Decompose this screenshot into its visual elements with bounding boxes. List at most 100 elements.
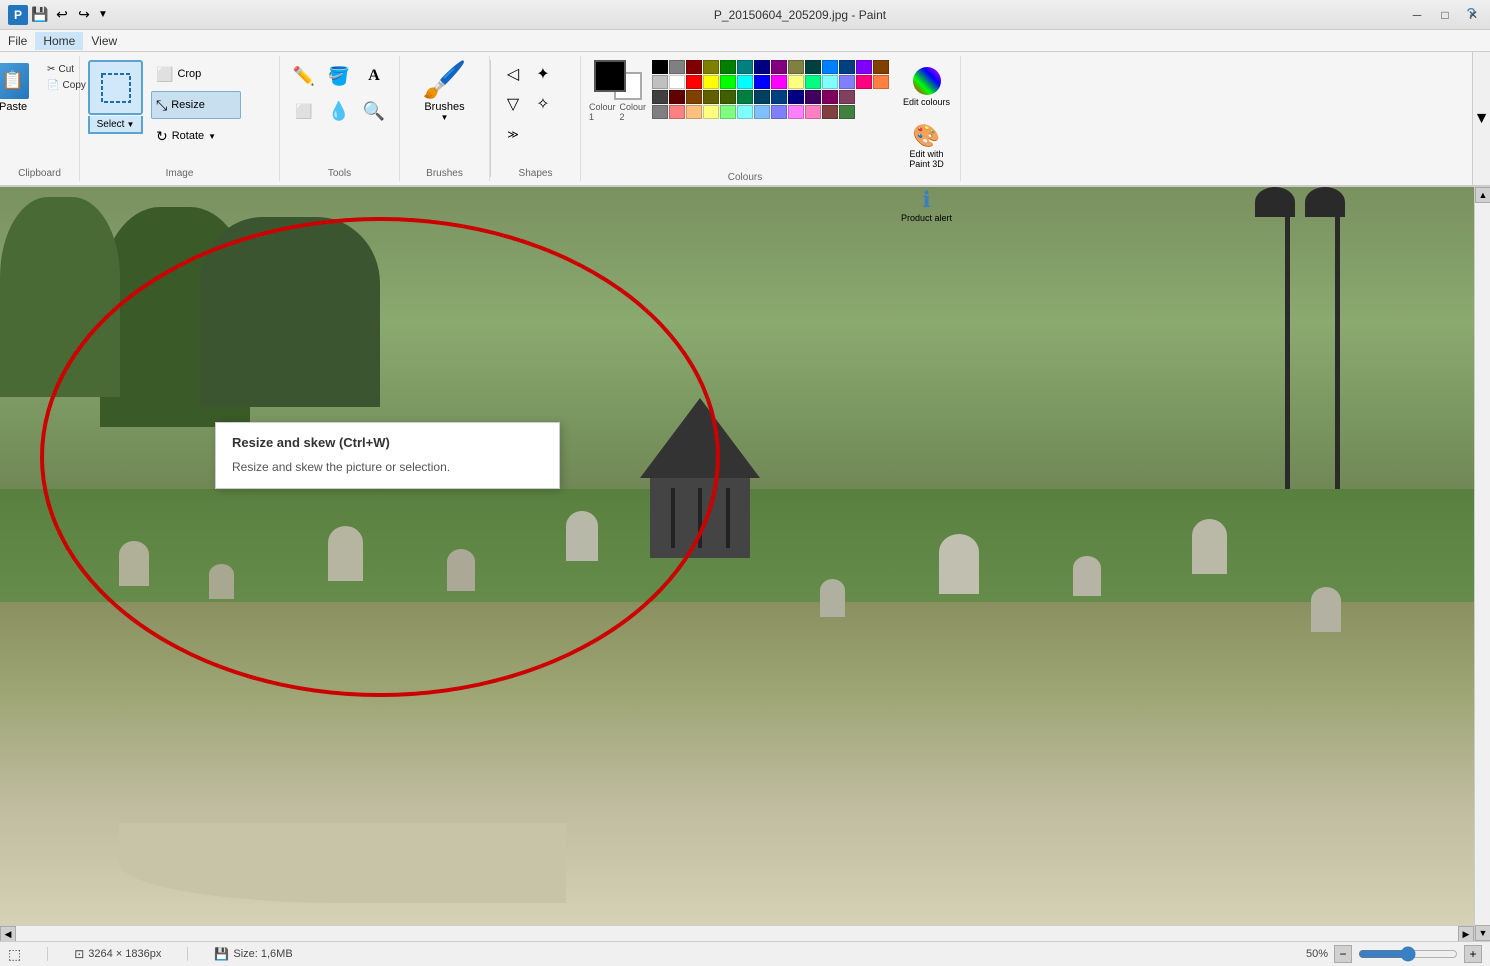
brushes-section: 🖌️ Brushes ▼ Brushes (400, 56, 490, 181)
palette-teal[interactable] (737, 60, 753, 74)
scroll-left-btn[interactable]: ◀ (0, 926, 16, 942)
ribbon-scroll-right[interactable]: ▼ (1472, 52, 1490, 185)
edit-colors-btn[interactable]: Edit colours (899, 60, 954, 115)
palette-indigo[interactable] (805, 90, 821, 104)
magnifier-btn[interactable]: 🔍 (358, 95, 390, 127)
quick-save-btn[interactable]: 💾 (30, 5, 50, 25)
palette-lightpink[interactable] (805, 105, 821, 119)
resize-btn[interactable]: ⤡ Resize (151, 91, 241, 119)
palette-brightblue[interactable] (754, 75, 770, 89)
sparkle-shape-btn[interactable]: ✦ (529, 60, 557, 88)
minimize-btn[interactable]: ─ (1404, 4, 1430, 26)
more-shapes-btn[interactable]: ≫ (499, 120, 527, 148)
zoom-slider[interactable] (1358, 946, 1458, 962)
menu-file[interactable]: File (0, 32, 35, 50)
picker-btn[interactable]: 💧 (323, 95, 355, 127)
menu-home[interactable]: Home (35, 32, 83, 50)
palette-lightcyan2[interactable] (737, 105, 753, 119)
zoom-out-btn[interactable]: − (1334, 945, 1352, 963)
crop-btn[interactable]: ⬜ Crop (151, 60, 241, 88)
palette-magenta[interactable] (771, 75, 787, 89)
palette-darkpurple[interactable] (822, 90, 838, 104)
scrollbar-right[interactable]: ▲ ▼ (1474, 187, 1490, 941)
product-alert-btn[interactable]: ℹ Product alert (899, 178, 954, 233)
palette-yellow[interactable] (703, 75, 719, 89)
paste-btn[interactable]: 📋 Paste (0, 60, 38, 115)
palette-darkblue[interactable] (839, 60, 855, 74)
brushes-btn[interactable]: 🖌️ Brushes ▼ (417, 60, 472, 120)
scroll-right-btn[interactable]: ▶ (1458, 926, 1474, 942)
palette-cyan[interactable] (737, 75, 753, 89)
pencil-btn[interactable]: ✏️ (288, 60, 320, 92)
palette-olive[interactable] (703, 60, 719, 74)
palette-hotpink[interactable] (856, 75, 872, 89)
palette-darkcyan[interactable] (754, 90, 770, 104)
palette-orange[interactable] (873, 75, 889, 89)
palette-silver[interactable] (652, 75, 668, 89)
palette-periwinkle2[interactable] (771, 105, 787, 119)
palette-brown2[interactable] (686, 90, 702, 104)
palette-sage[interactable] (839, 105, 855, 119)
scroll-up-btn[interactable]: ▲ (1475, 187, 1490, 203)
palette-white[interactable] (669, 75, 685, 89)
help-btn[interactable]: ? (1460, 4, 1482, 26)
quick-access-dropdown-btn[interactable]: ▼ (96, 5, 110, 25)
palette-blue[interactable] (822, 60, 838, 74)
palette-darkblue2[interactable] (771, 90, 787, 104)
palette-black[interactable] (652, 60, 668, 74)
ribbon: 📋 Paste ✂ Cut 📄 Copy (0, 52, 1490, 187)
edit-paint3d-btn[interactable]: 🎨 Edit with Paint 3D (899, 119, 954, 174)
cut-icon: ✂ (47, 64, 55, 75)
text-btn[interactable]: A (358, 60, 390, 92)
palette-salmon[interactable] (669, 105, 685, 119)
palette-lightcyan[interactable] (822, 75, 838, 89)
palette-purple[interactable] (771, 60, 787, 74)
arrow-down-shape-btn[interactable]: ▽ (499, 90, 527, 118)
palette-lime[interactable] (720, 75, 736, 89)
palette-darkgray[interactable] (652, 90, 668, 104)
palette-lightgreen[interactable] (720, 105, 736, 119)
palette-forestgreen[interactable] (737, 90, 753, 104)
palette-navy2[interactable] (788, 90, 804, 104)
maximize-btn[interactable]: □ (1432, 4, 1458, 26)
scroll-down-btn[interactable]: ▼ (1475, 925, 1490, 941)
palette-gray[interactable] (669, 60, 685, 74)
quick-undo-btn[interactable]: ↩ (52, 5, 72, 25)
palette-brown[interactable] (873, 60, 889, 74)
canvas-area[interactable]: Resize and skew (Ctrl+W) Resize and skew… (0, 187, 1490, 966)
resize-icon: ⤡ (156, 97, 167, 114)
palette-lightyellow2[interactable] (703, 105, 719, 119)
palette-mauve[interactable] (839, 90, 855, 104)
color1-swatch[interactable] (594, 60, 626, 92)
palette-gray2[interactable] (652, 105, 668, 119)
palette-darkgreen2[interactable] (720, 90, 736, 104)
select-dropdown-btn[interactable]: Select ▼ (88, 116, 143, 134)
palette-lightblue[interactable] (754, 105, 770, 119)
quick-redo-btn[interactable]: ↪ (74, 5, 94, 25)
eraser-btn[interactable]: ⬜ (288, 95, 320, 127)
zoom-level: 50% (1306, 948, 1328, 960)
palette-red[interactable] (686, 75, 702, 89)
palette-periwinkle[interactable] (839, 75, 855, 89)
zoom-in-btn[interactable]: + (1464, 945, 1482, 963)
palette-darkyellow[interactable] (703, 90, 719, 104)
palette-lightyellow[interactable] (788, 75, 804, 89)
palette-pink[interactable] (788, 105, 804, 119)
star-shape-btn[interactable]: ✧ (529, 90, 557, 118)
arrow-left-shape-btn[interactable]: ◁ (499, 60, 527, 88)
palette-darkred2[interactable] (669, 90, 685, 104)
menu-view[interactable]: View (83, 32, 125, 50)
palette-green[interactable] (720, 60, 736, 74)
palette-darkolive[interactable] (788, 60, 804, 74)
palette-springgreen[interactable] (805, 75, 821, 89)
rotate-btn[interactable]: ↻ Rotate ▼ (151, 122, 241, 150)
palette-rosewood[interactable] (822, 105, 838, 119)
palette-peach[interactable] (686, 105, 702, 119)
palette-darkred[interactable] (686, 60, 702, 74)
palette-darkteal[interactable] (805, 60, 821, 74)
palette-navy[interactable] (754, 60, 770, 74)
palette-violet[interactable] (856, 60, 872, 74)
select-btn[interactable] (88, 60, 143, 115)
fill-btn[interactable]: 🪣 (323, 60, 355, 92)
scrollbar-bottom[interactable]: ◀ ▶ (0, 925, 1474, 941)
